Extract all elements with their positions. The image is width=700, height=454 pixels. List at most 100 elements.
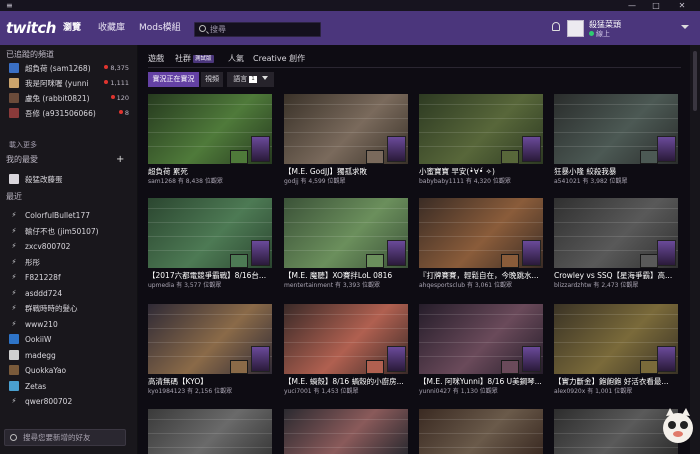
menu-icon[interactable]: ≡	[6, 1, 13, 10]
stream-thumbnail[interactable]	[284, 409, 408, 454]
nav-mods[interactable]: Mods模組	[139, 21, 181, 35]
maximize-button[interactable]: □	[646, 0, 666, 11]
stream-card[interactable]: 【實力斷金】飽飽飽 好活衣看最... alex0920x 有 1,001 位觀眾	[554, 304, 678, 399]
stream-thumbnail[interactable]	[554, 94, 678, 164]
recent-item[interactable]: ⚡ qwer800702	[9, 395, 129, 408]
game-boxart[interactable]	[387, 136, 406, 162]
game-boxart[interactable]	[657, 346, 676, 372]
minimize-button[interactable]: —	[622, 0, 642, 11]
nav-browse[interactable]: 瀏覽	[63, 21, 81, 35]
followed-channel-item[interactable]: 我是阿咪喔 (yunni 1,111	[9, 77, 129, 90]
stream-thumbnail[interactable]	[419, 304, 543, 374]
stream-thumbnail[interactable]	[148, 409, 272, 454]
chevron-down-icon[interactable]	[681, 25, 689, 29]
filter-live-button[interactable]: 實況正在實況	[148, 72, 199, 87]
stream-thumbnail[interactable]	[284, 94, 408, 164]
stream-title[interactable]: 狂暴小隆 絞殺我暴	[554, 166, 678, 177]
recent-item[interactable]: ⚡ asddd724	[9, 287, 129, 300]
stream-card[interactable]: 【M.E. GodJJ】獨孤求敗 godjj 有 4,599 位觀眾	[284, 94, 408, 189]
tab-community[interactable]: 社群 測試版	[175, 53, 214, 65]
stream-thumbnail[interactable]	[554, 198, 678, 268]
thumbnail-detail	[148, 328, 272, 329]
stream-card[interactable]: 『打牌賽賽，輕鬆自在，今晚跳水... ahqesportsclub 有 3,061…	[419, 198, 543, 293]
game-boxart[interactable]	[251, 240, 270, 266]
game-boxart[interactable]	[251, 346, 270, 372]
stream-thumbnail[interactable]	[419, 409, 543, 454]
stream-thumbnail[interactable]	[284, 304, 408, 374]
scrollbar[interactable]	[690, 45, 700, 454]
twitch-logo[interactable]: twitch	[6, 19, 56, 38]
stream-card[interactable]: 狂暴小隆 絞殺我暴 a541021 有 3,982 位觀眾	[554, 94, 678, 189]
stream-title[interactable]: 【實力斷金】飽飽飽 好活衣看最...	[554, 376, 678, 387]
nav-library[interactable]: 收藏庫	[98, 21, 125, 35]
add-favorite-icon[interactable]: +	[116, 155, 124, 165]
followed-channel-item[interactable]: 吾修 (a931506066) 8	[9, 107, 129, 120]
stream-card[interactable]: 【M.E. 蝸殼】8/16 蝸殼的小廚房... yuci7001 有 1,453 …	[284, 304, 408, 399]
followed-channel-item[interactable]: 超負荷 (sam1268) 8,375	[9, 62, 129, 75]
game-boxart[interactable]	[251, 136, 270, 162]
user-avatar[interactable]	[567, 20, 584, 37]
stream-card[interactable]: 超負荷 累死 sam1268 有 8,438 位觀眾	[148, 94, 272, 189]
recent-item[interactable]: QuokkaYao	[9, 364, 129, 377]
recent-item[interactable]: ⚡ ColorfulBullet177	[9, 209, 129, 222]
recent-item[interactable]: ⚡ F821228f	[9, 271, 129, 284]
stream-card[interactable]: 小蜜寶寶 早安(•̀∀•́ ✧) babybaby1111 有 4,320 位觀眾	[419, 94, 543, 189]
stream-card[interactable]: 高清無碼【KYO】 kyo1984123 有 2,156 位觀眾	[148, 304, 272, 399]
game-boxart[interactable]	[657, 136, 676, 162]
stream-title[interactable]: 『打牌賽賽，輕鬆自在，今晚跳水...	[419, 270, 543, 281]
game-boxart[interactable]	[522, 240, 541, 266]
stream-thumbnail[interactable]	[419, 94, 543, 164]
top-search-input[interactable]	[210, 24, 318, 35]
game-boxart[interactable]	[522, 136, 541, 162]
stream-thumbnail[interactable]	[148, 198, 272, 268]
stream-title[interactable]: 【M.E. 魔聽】XO賽拌LoL 0816	[284, 270, 408, 281]
followed-channel-item[interactable]: 盧兔 (rabbit0821) 120	[9, 92, 129, 105]
stream-card[interactable]	[284, 409, 408, 454]
recent-item[interactable]: Zetas	[9, 380, 129, 393]
favorite-item[interactable]: 殺猛改藤蛋	[9, 173, 129, 186]
stream-title[interactable]: 【M.E. GodJJ】獨孤求敗	[284, 166, 408, 177]
stream-title[interactable]: Crowley vs SSQ【星海爭霸】高...	[554, 270, 678, 281]
language-dropdown[interactable]: 語言 1	[227, 72, 274, 87]
close-button[interactable]: ✕	[672, 0, 692, 11]
recent-item[interactable]: madegg	[9, 349, 129, 362]
friend-search-input[interactable]	[23, 432, 123, 443]
game-boxart[interactable]	[387, 346, 406, 372]
stream-card[interactable]: 【M.E. 阿咪Yunni】8/16 U美鋼琴... yunni0427 有 1,…	[419, 304, 543, 399]
stream-title[interactable]: 小蜜寶寶 早安(•̀∀•́ ✧)	[419, 166, 543, 177]
tab-creative[interactable]: Creative 創作	[253, 53, 305, 65]
stream-thumbnail[interactable]	[419, 198, 543, 268]
stream-thumbnail[interactable]	[148, 304, 272, 374]
filter-video-button[interactable]: 視頻	[201, 72, 223, 87]
bell-icon[interactable]	[552, 22, 560, 31]
recent-item[interactable]: ⚡ zxcv800702	[9, 240, 129, 253]
stream-thumbnail[interactable]	[148, 94, 272, 164]
stream-card[interactable]: 【M.E. 魔聽】XO賽拌LoL 0816 mentertainment 有 3,…	[284, 198, 408, 293]
game-boxart[interactable]	[522, 346, 541, 372]
stream-card[interactable]	[148, 409, 272, 454]
recent-item[interactable]: ⚡ 輸仔不也 (jim50107)	[9, 225, 129, 238]
stream-thumbnail[interactable]	[554, 304, 678, 374]
stream-card[interactable]	[419, 409, 543, 454]
stream-title[interactable]: 【2017六都電競爭霸戰】8/16台...	[148, 270, 272, 281]
load-more-link[interactable]: 載入更多	[9, 140, 37, 150]
stream-card[interactable]: Crowley vs SSQ【星海爭霸】高... blizzardzhtw 有 2…	[554, 198, 678, 293]
avatar	[9, 78, 19, 88]
stream-title[interactable]: 【M.E. 蝸殼】8/16 蝸殼的小廚房...	[284, 376, 408, 387]
game-boxart[interactable]	[387, 240, 406, 266]
bolt-icon: ⚡	[11, 288, 17, 297]
tab-games[interactable]: 遊戲	[148, 53, 164, 65]
recent-item[interactable]: ⚡ 群戰時時的髮心	[9, 302, 129, 315]
game-boxart[interactable]	[657, 240, 676, 266]
stream-title[interactable]: 【M.E. 阿咪Yunni】8/16 U美鋼琴...	[419, 376, 543, 387]
recent-item[interactable]: OokiiW	[9, 333, 129, 346]
user-name[interactable]: 殺猛菜頭	[589, 20, 621, 30]
scrollbar-thumb[interactable]	[693, 51, 697, 111]
stream-title[interactable]: 高清無碼【KYO】	[148, 376, 272, 387]
recent-item[interactable]: ⚡ 彤彤	[9, 256, 129, 269]
tab-popular[interactable]: 人氣	[228, 53, 244, 65]
stream-thumbnail[interactable]	[284, 198, 408, 268]
stream-title[interactable]: 超負荷 累死	[148, 166, 272, 177]
recent-item[interactable]: ⚡ www210	[9, 318, 129, 331]
stream-card[interactable]: 【2017六都電競爭霸戰】8/16台... upmedia 有 3,577 位觀眾	[148, 198, 272, 293]
